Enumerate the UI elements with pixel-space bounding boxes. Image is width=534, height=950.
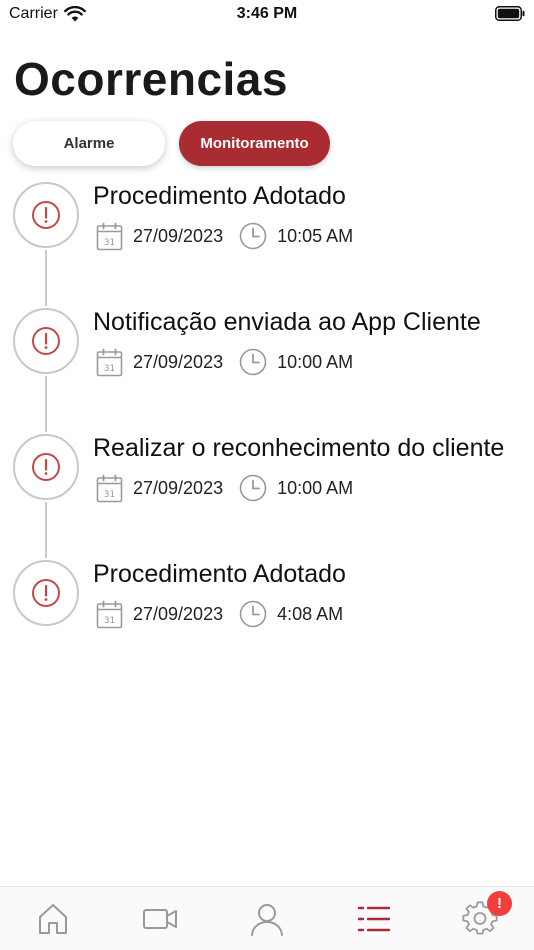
calendar-day: 31 bbox=[104, 238, 115, 248]
event-date: 27/09/2023 bbox=[133, 477, 224, 498]
timeline-item[interactable]: Notificação enviada ao App Cliente 31 27… bbox=[0, 306, 534, 432]
timeline-item[interactable]: Procedimento Adotado 31 27/09/2023 10:05… bbox=[0, 180, 534, 306]
video-camera-icon bbox=[143, 909, 177, 929]
alert-badge bbox=[13, 434, 79, 500]
calendar-icon: 31 bbox=[96, 222, 123, 250]
calendar-icon: 31 bbox=[96, 348, 123, 376]
timeline-connector bbox=[45, 250, 47, 306]
timeline-connector bbox=[45, 502, 47, 558]
alert-icon bbox=[32, 327, 60, 355]
clock-icon bbox=[239, 348, 267, 376]
alert-icon bbox=[32, 201, 60, 229]
alert-badge bbox=[13, 308, 79, 374]
event-time: 10:05 AM bbox=[277, 225, 354, 246]
calendar-day: 31 bbox=[104, 364, 115, 374]
list-icon bbox=[357, 906, 391, 932]
timeline-connector bbox=[45, 376, 47, 432]
page-title: Ocorrencias bbox=[14, 53, 288, 105]
event-meta: 31 27/09/2023 10:00 AM bbox=[96, 472, 353, 504]
calendar-icon: 31 bbox=[96, 474, 123, 502]
event-title: Realizar o reconhecimento do cliente bbox=[93, 434, 505, 462]
status-bar: Carrier 3:46 PM bbox=[0, 0, 534, 30]
event-meta: 31 27/09/2023 4:08 AM bbox=[96, 598, 343, 630]
bottom-nav: ! bbox=[0, 886, 534, 950]
event-time: 10:00 AM bbox=[277, 477, 354, 498]
timeline-item[interactable]: Procedimento Adotado 31 27/09/2023 4:08 … bbox=[0, 558, 534, 684]
nav-home[interactable] bbox=[33, 899, 73, 939]
event-date: 27/09/2023 bbox=[133, 225, 224, 246]
event-title: Procedimento Adotado bbox=[93, 182, 346, 210]
nav-video[interactable] bbox=[140, 899, 180, 939]
user-icon bbox=[251, 904, 283, 936]
nav-profile[interactable] bbox=[247, 899, 287, 939]
event-title: Procedimento Adotado bbox=[93, 560, 346, 588]
alert-badge bbox=[13, 182, 79, 248]
event-time: 10:00 AM bbox=[277, 351, 354, 372]
clock-icon bbox=[239, 600, 267, 628]
clock-icon bbox=[239, 222, 267, 250]
alert-icon bbox=[32, 579, 60, 607]
notification-badge: ! bbox=[487, 891, 512, 916]
home-icon bbox=[39, 904, 67, 934]
event-title: Notificação enviada ao App Cliente bbox=[93, 308, 481, 336]
calendar-day: 31 bbox=[104, 616, 115, 626]
event-time: 4:08 AM bbox=[277, 603, 344, 624]
calendar-day: 31 bbox=[104, 490, 115, 500]
timeline-item[interactable]: Realizar o reconhecimento do cliente 31 … bbox=[0, 432, 534, 558]
alert-badge bbox=[13, 560, 79, 626]
event-meta: 31 27/09/2023 10:00 AM bbox=[96, 346, 353, 378]
nav-occurrences[interactable] bbox=[354, 899, 394, 939]
alert-icon bbox=[32, 453, 60, 481]
tab-monitoramento[interactable]: Monitoramento bbox=[179, 121, 330, 166]
calendar-icon: 31 bbox=[96, 600, 123, 628]
tab-alarme[interactable]: Alarme bbox=[13, 121, 165, 166]
nav-settings[interactable]: ! bbox=[460, 891, 512, 939]
event-date: 27/09/2023 bbox=[133, 351, 224, 372]
status-time: 3:46 PM bbox=[236, 5, 298, 22]
event-date: 27/09/2023 bbox=[133, 603, 224, 624]
event-meta: 31 27/09/2023 10:05 AM bbox=[96, 220, 353, 252]
clock-icon bbox=[239, 474, 267, 502]
battery-icon bbox=[495, 6, 525, 21]
